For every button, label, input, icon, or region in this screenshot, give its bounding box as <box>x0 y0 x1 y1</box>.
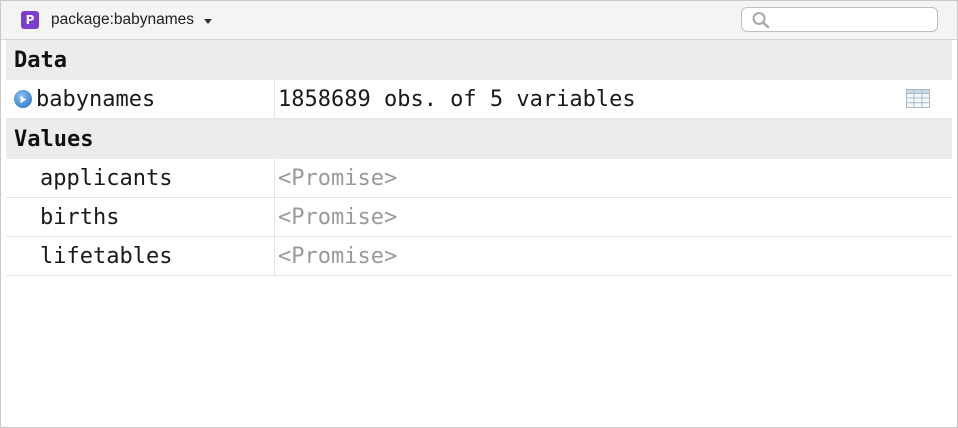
package-badge-icon: P <box>21 11 39 29</box>
table-grid-icon[interactable] <box>906 89 930 108</box>
environment-selector[interactable]: P package:babynames <box>21 10 213 30</box>
caret-down-icon <box>204 18 213 24</box>
table-row[interactable]: babynames 1858689 obs. of 5 variables <box>6 80 952 119</box>
object-value: <Promise> <box>278 204 398 230</box>
environment-toolbar: P package:babynames <box>1 1 957 40</box>
search-icon <box>752 12 770 29</box>
object-name: applicants <box>40 165 173 191</box>
environment-grid: Data babynames 1858689 obs. of 5 variabl… <box>6 40 952 276</box>
table-row[interactable]: applicants <Promise> <box>6 159 952 198</box>
section-header-data: Data <box>6 40 952 80</box>
search-input[interactable] <box>774 10 933 31</box>
object-name-cell: births <box>6 198 275 236</box>
object-name: lifetables <box>40 243 173 269</box>
object-name: births <box>40 204 120 230</box>
expand-arrow-icon[interactable] <box>14 90 32 108</box>
table-row[interactable]: births <Promise> <box>6 198 952 237</box>
environment-label: package:babynames <box>51 11 195 28</box>
object-value-cell: <Promise> <box>276 198 952 236</box>
search-box[interactable] <box>741 7 938 32</box>
object-name-cell: applicants <box>6 159 275 197</box>
object-value-cell: <Promise> <box>276 159 952 197</box>
object-value: <Promise> <box>278 165 398 191</box>
object-name-cell: lifetables <box>6 237 275 275</box>
object-value-cell: <Promise> <box>276 237 952 275</box>
object-value-cell: 1858689 obs. of 5 variables <box>276 80 952 118</box>
section-header-values: Values <box>6 119 952 159</box>
table-row[interactable]: lifetables <Promise> <box>6 237 952 276</box>
object-value: 1858689 obs. of 5 variables <box>278 86 636 112</box>
object-name: babynames <box>36 86 156 112</box>
object-name-cell: babynames <box>6 80 275 118</box>
object-value: <Promise> <box>278 243 398 269</box>
environment-pane: P package:babynames Data babynames 18586… <box>0 0 958 428</box>
